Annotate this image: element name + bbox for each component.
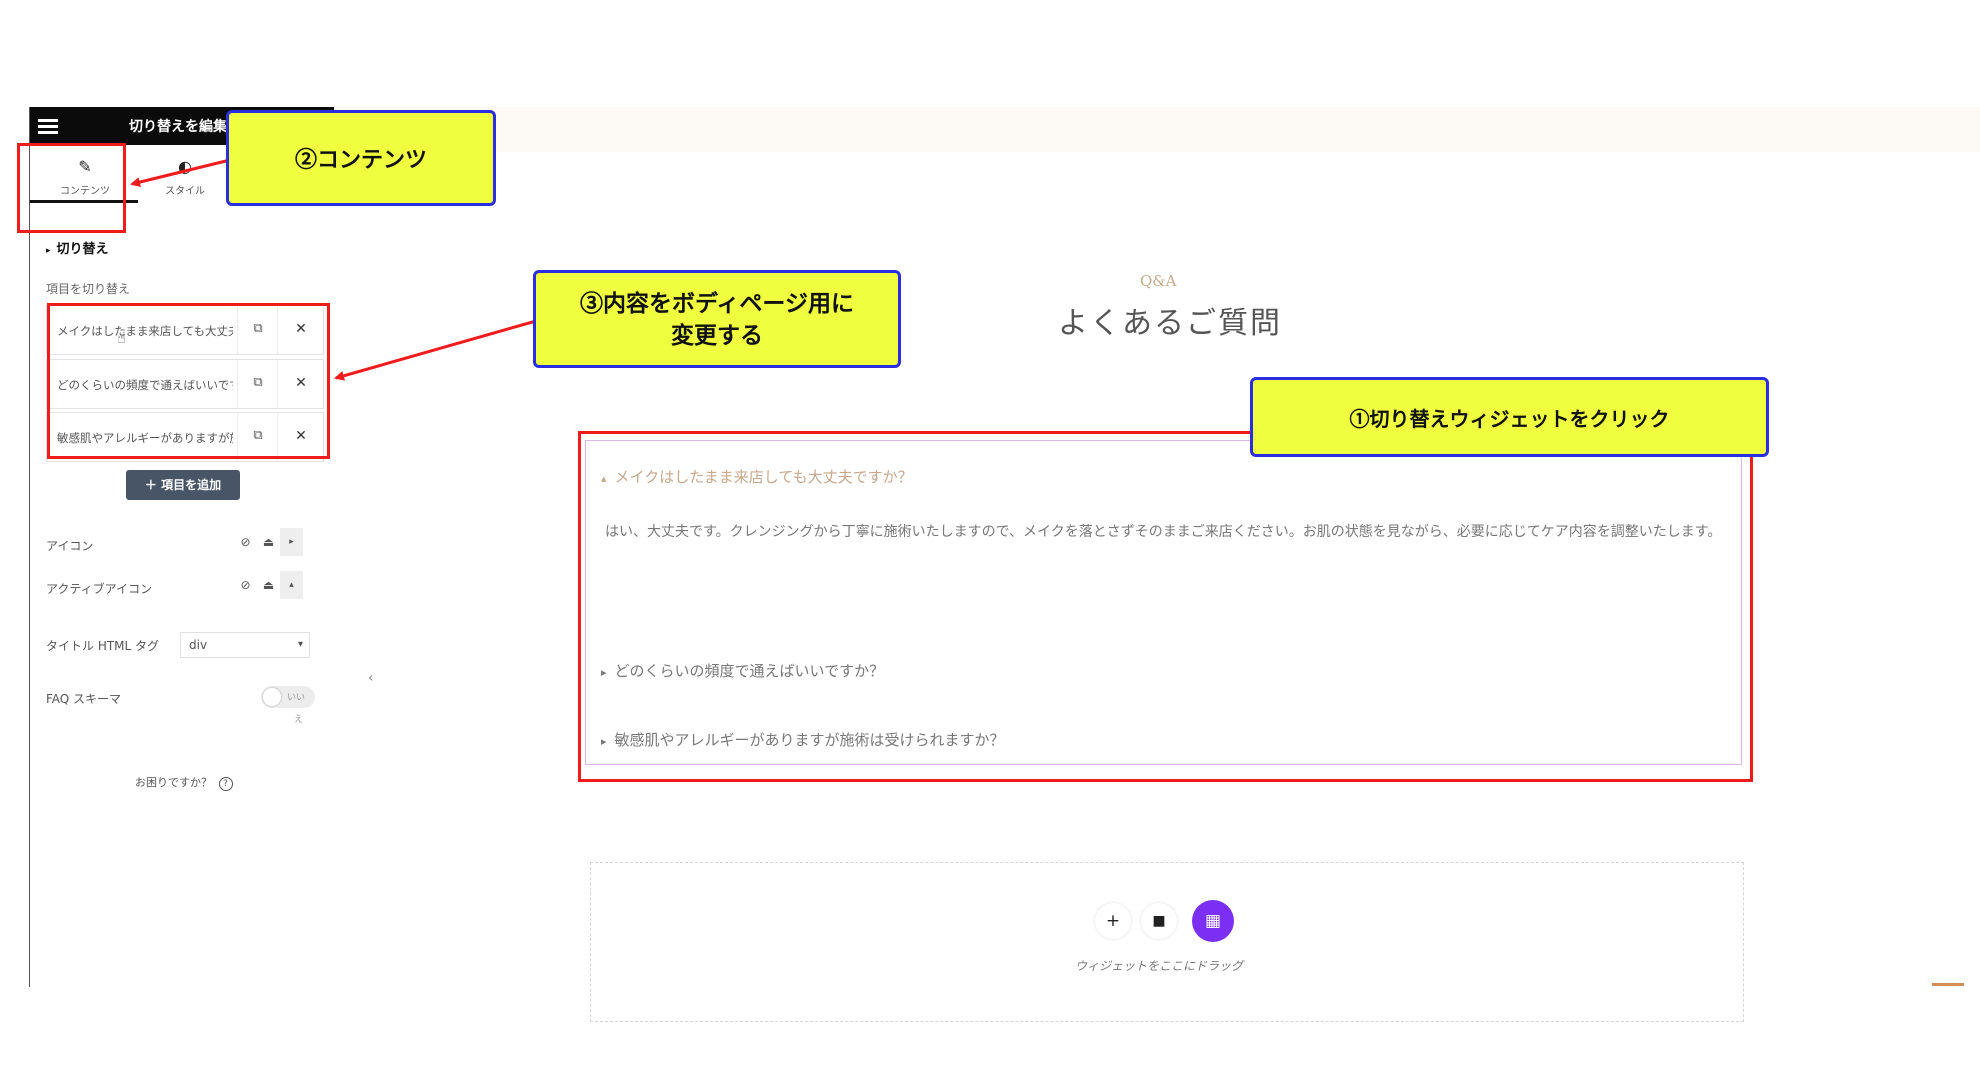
callout-step-2: ②コンテンツ xyxy=(226,110,496,206)
callout-step-3-line2: 変更する xyxy=(671,322,763,348)
callout-step-1: ①切り替えウィジェットをクリック xyxy=(1250,377,1769,457)
arrow-to-content-tab xyxy=(130,158,231,187)
arrow-to-items xyxy=(334,319,537,381)
callout-step-3: ③内容をボディページ用に 変更する xyxy=(533,270,901,368)
callout-step-3-line1: ③内容をボディページ用に xyxy=(580,290,854,316)
